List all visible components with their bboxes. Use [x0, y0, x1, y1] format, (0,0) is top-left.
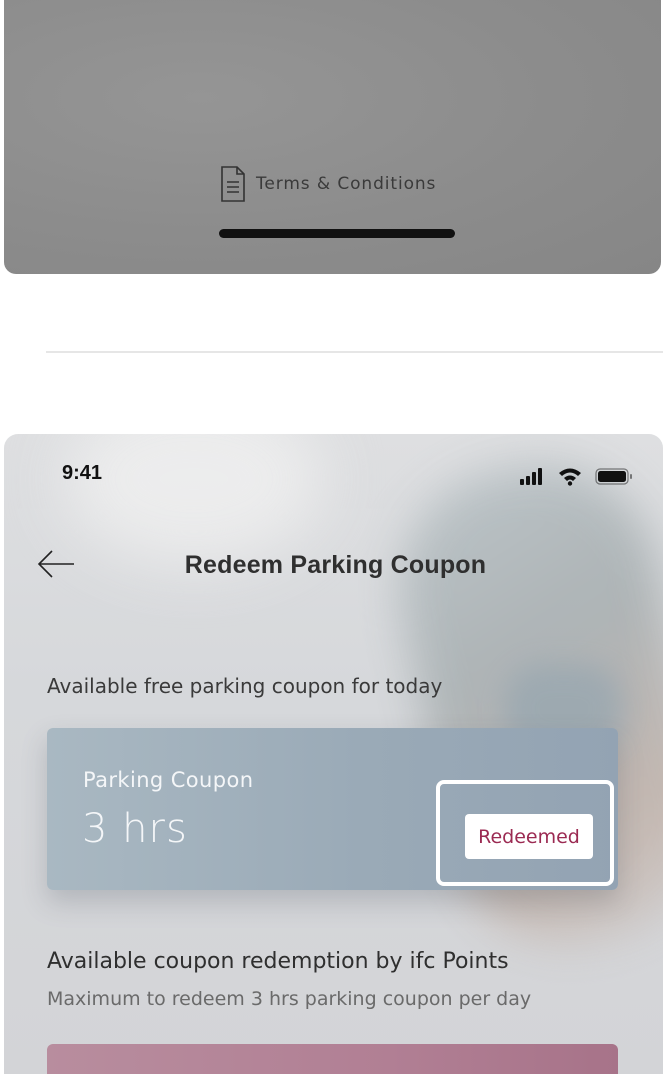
- section-divider: [46, 351, 663, 353]
- previous-screen-card: Terms & Conditions: [4, 0, 661, 274]
- signal-icon: [520, 468, 542, 485]
- document-icon: [221, 166, 245, 202]
- points-redemption-heading: Available coupon redemption by ifc Point…: [47, 949, 509, 974]
- home-indicator: [219, 229, 455, 238]
- parking-coupon-card[interactable]: Parking Coupon 3 hrs Redeemed: [47, 728, 618, 890]
- coupon-value: 3 hrs: [82, 806, 188, 852]
- status-time: 9:41: [62, 462, 103, 484]
- redeem-parking-screen: 9:41 Redeem Parking Coupon Available fre…: [4, 434, 663, 1074]
- terms-link[interactable]: Terms & Conditions: [220, 166, 436, 202]
- points-redemption-subheading: Maximum to redeem 3 hrs parking coupon p…: [47, 988, 532, 1010]
- page-title: Redeem Parking Coupon: [184, 551, 487, 579]
- free-coupon-heading: Available free parking coupon for today: [47, 674, 443, 698]
- wifi-icon: [559, 468, 581, 486]
- coupon-label: Parking Coupon: [83, 768, 254, 792]
- background-blur: [64, 434, 324, 564]
- redeemed-badge[interactable]: Redeemed: [465, 814, 593, 859]
- terms-label: Terms & Conditions: [256, 174, 437, 194]
- status-icons: [520, 468, 632, 486]
- battery-icon: [595, 468, 632, 485]
- points-coupon-card[interactable]: [47, 1044, 618, 1074]
